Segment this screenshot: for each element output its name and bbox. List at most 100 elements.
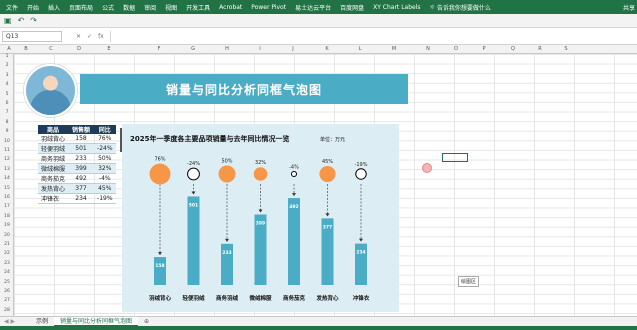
column-header[interactable]: C — [49, 46, 53, 52]
table-row: 微绒棉服 399 32% — [38, 163, 116, 174]
column-header[interactable]: L — [359, 46, 362, 52]
save-icon[interactable]: ▣ — [4, 16, 12, 25]
row-header[interactable]: 8 — [0, 120, 14, 125]
ribbon-tab[interactable]: 公式 — [102, 3, 114, 12]
tab-bubble-chart[interactable]: 销量与同比分析同框气泡图 — [54, 316, 139, 327]
column-header[interactable]: M — [392, 46, 396, 52]
redo-icon[interactable]: ↷ — [30, 16, 37, 25]
ribbon-tab[interactable]: 百度网盘 — [340, 3, 364, 12]
row-header[interactable]: 21 — [0, 242, 14, 247]
enter-icon[interactable]: ✓ — [87, 33, 92, 40]
column-header[interactable]: Q — [511, 46, 515, 52]
bubble-chart[interactable]: 2025年一季度各主要品项销量与去年同比情况一览 单位：万元 158 76% 羽绒背… — [122, 124, 399, 312]
row-header[interactable]: 11 — [0, 148, 14, 153]
column-header[interactable]: N — [426, 46, 430, 52]
row-header[interactable]: 2 — [0, 63, 14, 68]
ribbon-tab[interactable]: 审阅 — [144, 3, 156, 12]
ribbon-tab[interactable]: 开始 — [27, 3, 39, 12]
table-cell[interactable]: 商务羽绒 — [38, 153, 69, 164]
table-cell[interactable]: -19% — [94, 193, 116, 204]
table-cell[interactable]: 羽绒背心 — [38, 134, 69, 144]
column-header[interactable]: K — [325, 46, 328, 52]
row-header[interactable]: 5 — [0, 92, 14, 97]
ribbon-tab[interactable]: 开发工具 — [186, 3, 210, 12]
table-cell[interactable]: 商务茄克 — [38, 173, 69, 184]
column-header[interactable]: I — [259, 46, 260, 52]
row-header[interactable]: 14 — [0, 176, 14, 181]
table-cell[interactable]: -24% — [94, 143, 116, 154]
formula-input[interactable] — [109, 30, 637, 42]
table-cell[interactable]: 399 — [68, 163, 95, 174]
column-header[interactable]: B — [24, 46, 27, 52]
ribbon-tab[interactable]: XY Chart Labels — [373, 4, 420, 11]
column-header[interactable]: R — [538, 46, 541, 52]
table-cell[interactable]: 轻便羽绒 — [38, 143, 69, 154]
table-cell[interactable]: 492 — [68, 173, 95, 184]
share-button[interactable]: 共享 — [623, 3, 635, 12]
column-header[interactable]: O — [454, 46, 458, 52]
row-header[interactable]: 16 — [0, 195, 14, 200]
row-header[interactable]: 17 — [0, 204, 14, 209]
arrow-icon — [158, 252, 162, 256]
ribbon-tab[interactable]: 数据 — [123, 3, 135, 12]
column-header[interactable]: F — [158, 46, 161, 52]
row-header[interactable]: 3 — [0, 73, 14, 78]
column-header[interactable]: A — [7, 46, 10, 52]
row-header[interactable]: 18 — [0, 214, 14, 219]
ribbon-tab[interactable]: 插入 — [48, 3, 60, 12]
add-sheet-icon[interactable]: ⊕ — [144, 318, 149, 325]
row-header[interactable]: 1 — [0, 54, 14, 59]
column-header[interactable]: D — [77, 46, 81, 52]
column-header[interactable]: H — [225, 46, 229, 52]
tab-example[interactable]: 示例 — [30, 317, 54, 327]
row-header[interactable]: 22 — [0, 251, 14, 256]
row-header[interactable]: 23 — [0, 261, 14, 266]
table-cell[interactable]: 发热背心 — [38, 183, 69, 194]
row-header[interactable]: 9 — [0, 129, 14, 134]
ribbon-tab[interactable]: 页面布局 — [69, 3, 93, 12]
ribbon-tab[interactable]: Acrobat — [219, 4, 242, 11]
ribbon-tab[interactable]: 文件 — [6, 3, 18, 12]
row-header[interactable]: 13 — [0, 167, 14, 172]
table-cell[interactable]: 501 — [68, 143, 95, 154]
tell-me-box[interactable]: ☼ 告诉我你想要做什么 — [430, 3, 491, 12]
row-header[interactable]: 24 — [0, 270, 14, 275]
column-header[interactable]: J — [292, 46, 293, 52]
table-cell[interactable]: 微绒棉服 — [38, 163, 69, 174]
undo-icon[interactable]: ↶ — [18, 16, 25, 25]
row-header[interactable]: 15 — [0, 186, 14, 191]
column-header[interactable]: S — [564, 46, 567, 52]
row-header[interactable]: 20 — [0, 233, 14, 238]
ribbon-tab[interactable]: 易士达云平台 — [295, 3, 331, 12]
table-cell[interactable]: 233 — [68, 153, 95, 164]
row-header[interactable]: 6 — [0, 101, 14, 106]
table-cell[interactable]: -4% — [94, 173, 116, 184]
ribbon-tab[interactable]: 视图 — [165, 3, 177, 12]
table-cell[interactable]: 158 — [68, 134, 95, 144]
table-cell[interactable]: 冲锋衣 — [38, 193, 69, 204]
table-cell[interactable]: 32% — [94, 163, 116, 174]
row-header[interactable]: 4 — [0, 82, 14, 87]
table-cell[interactable]: 377 — [68, 183, 95, 194]
table-cell[interactable]: 50% — [94, 153, 116, 164]
row-header[interactable]: 25 — [0, 280, 14, 285]
fx-icon[interactable]: fx — [98, 33, 104, 40]
row-header[interactable]: 19 — [0, 223, 14, 228]
table-cell[interactable]: 234 — [68, 193, 95, 204]
row-header[interactable]: 7 — [0, 110, 14, 115]
column-header[interactable]: E — [107, 46, 110, 52]
column-header[interactable]: P — [482, 46, 485, 52]
name-box[interactable]: Q13 — [2, 30, 62, 42]
table-cell[interactable]: 45% — [94, 183, 116, 194]
row-header[interactable]: 12 — [0, 157, 14, 162]
row-header[interactable]: 27 — [0, 298, 14, 303]
cancel-icon[interactable]: ✕ — [76, 33, 81, 40]
column-header[interactable]: G — [191, 46, 195, 52]
row-header[interactable]: 26 — [0, 289, 14, 294]
tab-nav-icon[interactable]: ◀ ▶ — [0, 318, 30, 325]
row-header[interactable]: 10 — [0, 139, 14, 144]
row-header[interactable]: 28 — [0, 308, 14, 313]
table-cell[interactable]: 76% — [94, 134, 116, 144]
selected-cell[interactable] — [442, 153, 468, 162]
ribbon-tab[interactable]: Power Pivot — [251, 4, 286, 11]
